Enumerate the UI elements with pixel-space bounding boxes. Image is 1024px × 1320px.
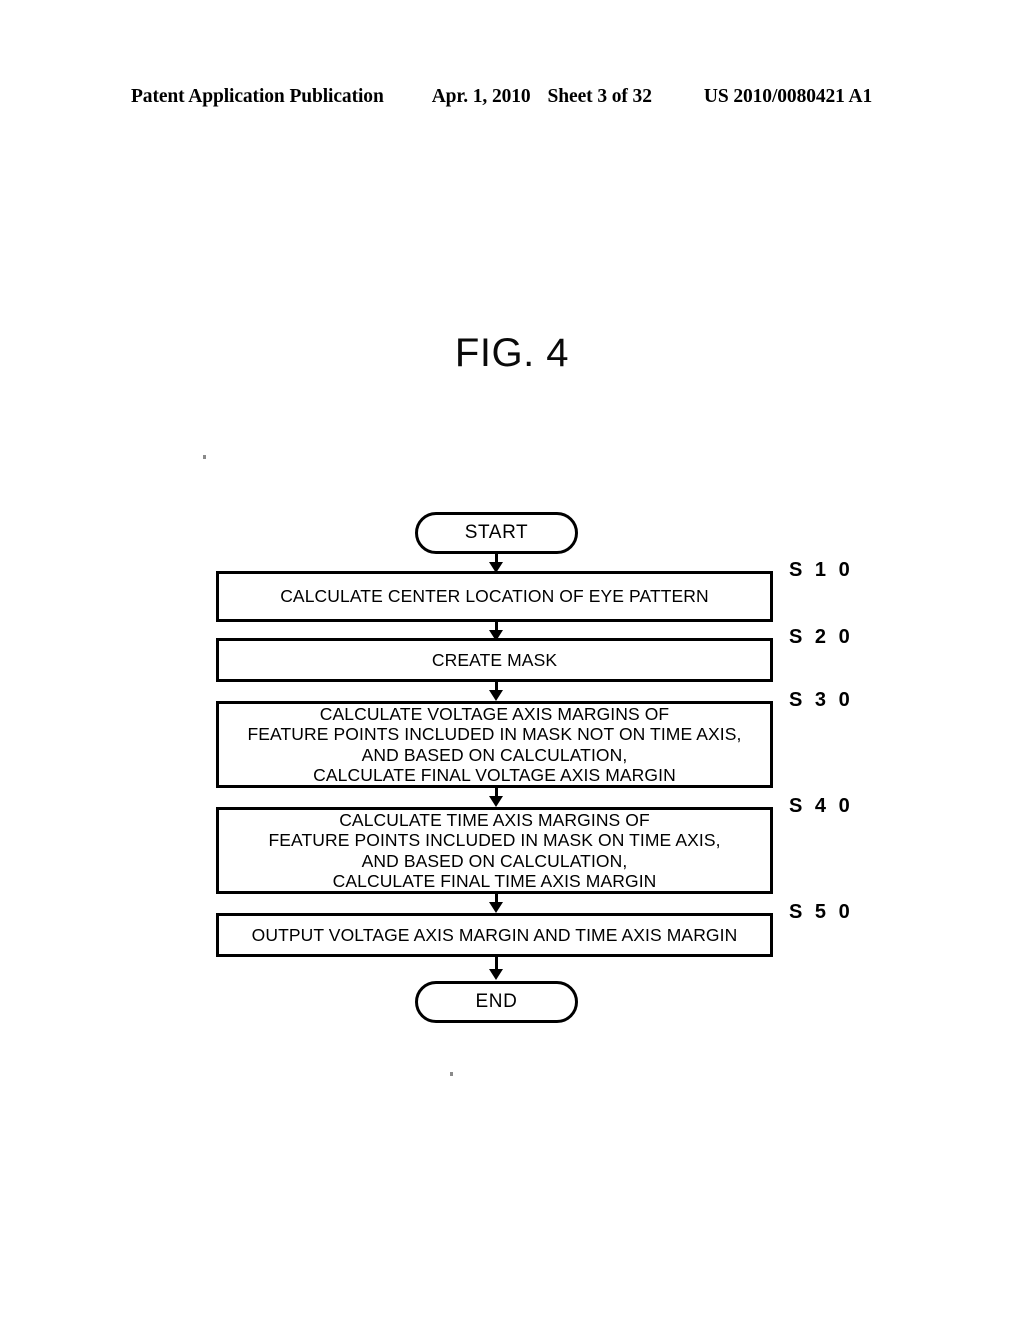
flowchart-node-end-label: END bbox=[475, 990, 518, 1012]
flowchart-diagram: START CALCULATE CENTER LOCATION OF EYE P… bbox=[0, 0, 1024, 1320]
flowchart-step-label-s50: S 5 0 bbox=[789, 901, 854, 923]
flowchart-arrowhead-s50-to-end bbox=[489, 969, 503, 980]
scan-speck bbox=[203, 455, 206, 459]
flowchart-node-s50-label: OUTPUT VOLTAGE AXIS MARGIN AND TIME AXIS… bbox=[251, 924, 738, 945]
flowchart-node-s50: OUTPUT VOLTAGE AXIS MARGIN AND TIME AXIS… bbox=[216, 913, 773, 957]
scan-speck bbox=[450, 1072, 453, 1076]
flowchart-node-s30-label: CALCULATE VOLTAGE AXIS MARGINS OF FEATUR… bbox=[247, 703, 742, 786]
flowchart-step-label-s20: S 2 0 bbox=[789, 626, 854, 648]
flowchart-arrowhead-s30-to-s40 bbox=[489, 796, 503, 807]
flowchart-node-s10-label: CALCULATE CENTER LOCATION OF EYE PATTERN bbox=[280, 586, 709, 607]
flowchart-node-s30: CALCULATE VOLTAGE AXIS MARGINS OF FEATUR… bbox=[216, 701, 773, 788]
flowchart-arrowhead-s40-to-s50 bbox=[489, 902, 503, 913]
flowchart-node-s20: CREATE MASK bbox=[216, 638, 773, 682]
flowchart-step-label-s30: S 3 0 bbox=[789, 689, 854, 711]
flowchart-arrowhead-s20-to-s30 bbox=[489, 690, 503, 701]
flowchart-step-label-s10: S 1 0 bbox=[789, 559, 854, 581]
flowchart-node-end: END bbox=[415, 981, 578, 1023]
flowchart-node-s40-label: CALCULATE TIME AXIS MARGINS OF FEATURE P… bbox=[268, 809, 721, 892]
flowchart-step-label-s40: S 4 0 bbox=[789, 795, 854, 817]
flowchart-node-start: START bbox=[415, 512, 578, 554]
flowchart-node-s10: CALCULATE CENTER LOCATION OF EYE PATTERN bbox=[216, 571, 773, 622]
patent-page: Patent Application Publication Apr. 1, 2… bbox=[0, 0, 1024, 1320]
flowchart-node-s40: CALCULATE TIME AXIS MARGINS OF FEATURE P… bbox=[216, 807, 773, 894]
flowchart-node-start-label: START bbox=[464, 521, 529, 543]
flowchart-node-s20-label: CREATE MASK bbox=[431, 649, 558, 670]
